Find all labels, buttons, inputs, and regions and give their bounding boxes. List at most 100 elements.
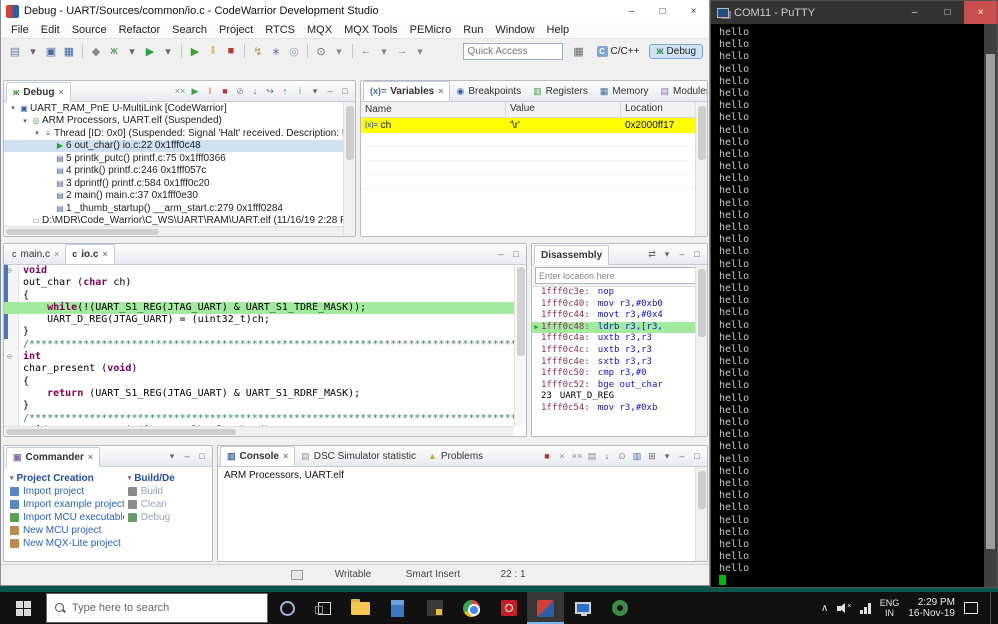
commander-item-debug[interactable]: Debug [128, 511, 210, 524]
cpp-perspective-button[interactable]: C C/C++ [591, 45, 646, 58]
tab-modules[interactable]: ▤Modules [655, 81, 708, 101]
code-line[interactable]: return (UART_S1_REG(JTAG_UART) & UART_S1… [4, 388, 526, 400]
language-indicator[interactable]: ENG IN [880, 598, 900, 618]
commander-item-import-project[interactable]: Import project [10, 485, 124, 498]
location-combo[interactable]: Enter location here ▾ [535, 267, 704, 284]
step-return-icon[interactable]: ↑ [278, 84, 292, 98]
tab-variables[interactable]: (x)=Variables× [363, 81, 450, 101]
task-view-button[interactable] [306, 592, 342, 624]
run-dropdown-icon[interactable]: ▾ [160, 43, 176, 60]
save-icon[interactable]: ▣ [43, 43, 59, 60]
variable-row[interactable]: (x)=ch'\r'0x2000ff17 [361, 118, 707, 133]
close-tab-icon[interactable]: × [54, 249, 59, 259]
minimize-view-icon[interactable]: – [323, 84, 337, 98]
taskbar-app-chrome[interactable] [453, 592, 490, 624]
commander-item-new-mcu-project[interactable]: New MCU project [10, 524, 124, 537]
code-line[interactable]: /***************************************… [4, 339, 526, 351]
step-over-icon[interactable]: ↪ [263, 84, 277, 98]
column-header-value[interactable]: Value [506, 102, 621, 117]
tab-problems[interactable]: ▲Problems [422, 446, 489, 466]
window-close-button[interactable]: × [678, 0, 709, 22]
instruction-stepping-icon[interactable]: i [293, 84, 307, 98]
view-menu-icon[interactable]: ▾ [660, 449, 674, 463]
taskbar-app-putty[interactable] [564, 592, 601, 624]
window-maximize-button[interactable]: □ [647, 0, 678, 22]
menu-rtcs[interactable]: RTCS [259, 24, 301, 36]
commander-section-title[interactable]: ▾Build/De [128, 471, 210, 485]
debug-tree-row[interactable]: ▤5 printk_putc() printf.c:75 0x1fff0366 [4, 152, 355, 165]
menu-project[interactable]: Project [213, 24, 259, 36]
code-line[interactable]: ⊖int [4, 351, 526, 363]
commander-item-import-example-project[interactable]: Import example project [10, 498, 124, 511]
maximize-view-icon[interactable]: □ [690, 247, 704, 261]
disassembly-row[interactable]: 1fff0c4e:sxtb r3,r3 [532, 357, 707, 369]
step-into-icon[interactable]: ↓ [248, 84, 262, 98]
putty-maximize-button[interactable]: □ [931, 1, 964, 24]
tray-overflow-icon[interactable]: ∧ [821, 603, 828, 614]
fold-marker-icon[interactable]: ⊖ [7, 351, 12, 363]
close-tab-icon[interactable]: × [88, 452, 93, 462]
tab-breakpoints[interactable]: ◉Breakpoints [450, 81, 527, 101]
wand-icon[interactable]: ∗ [268, 43, 284, 60]
tab-dsc-simulator-statistic[interactable]: ▤DSC Simulator statistic [295, 446, 422, 466]
putty-scrollbar[interactable] [984, 24, 997, 587]
view-menu-icon[interactable]: ▾ [660, 247, 674, 261]
code-line[interactable]: UART_D_REG(JTAG_UART) = (uint32_t)ch; [4, 314, 526, 326]
maximize-view-icon[interactable]: □ [195, 449, 209, 463]
new-dropdown-icon[interactable]: ▾ [25, 43, 41, 60]
code-line[interactable]: /***************************************… [4, 413, 526, 425]
console-vscrollbar[interactable] [695, 467, 707, 561]
code-line[interactable]: } [4, 326, 526, 338]
code-line[interactable]: while(!(UART_S1_REG(JTAG_UART) & UART_S1… [4, 302, 526, 314]
terminate-icon[interactable]: ■ [218, 84, 232, 98]
action-center-icon[interactable] [964, 602, 978, 614]
minimize-view-icon[interactable]: – [494, 247, 508, 261]
debug-tree-row[interactable]: ▤1 _thumb_startup() __arm_start.c:279 0x… [4, 202, 355, 215]
show-desktop-button[interactable] [990, 592, 994, 624]
tab-io-c[interactable]: cio.c× [65, 244, 115, 264]
taskbar-app-file-explorer[interactable] [342, 592, 379, 624]
tree-expander-icon[interactable]: ▾ [20, 117, 30, 125]
external-tools-icon[interactable]: ◎ [286, 43, 302, 60]
commander-item-build[interactable]: Build [128, 485, 210, 498]
debug-bug-icon[interactable]: ж [106, 43, 122, 60]
debug-vscrollbar[interactable] [343, 102, 355, 236]
link-with-editor-icon[interactable]: ⇄ [645, 247, 659, 261]
menu-mqx-tools[interactable]: MQX Tools [338, 24, 404, 36]
back-icon[interactable]: ← [358, 43, 374, 60]
forward-dropdown-icon[interactable]: ▾ [412, 43, 428, 60]
clock[interactable]: 2:29 PM 16-Nov-19 [908, 597, 955, 619]
variables-vscrollbar[interactable] [695, 102, 707, 236]
cortana-button[interactable] [268, 592, 306, 624]
disassembly-row[interactable]: 1fff0c54:mov r3,#0xb [532, 403, 707, 415]
disassembly-row[interactable]: 1fff0c44:movt r3,#0x4 [532, 310, 707, 322]
build-icon[interactable]: ◆ [88, 43, 104, 60]
search-icon[interactable]: ⊙ [313, 43, 329, 60]
editor-body[interactable]: ⊖voidout_char (char ch){ while(!(UART_S1… [4, 265, 526, 436]
tree-expander-icon[interactable]: ▾ [8, 104, 18, 112]
debug-hscrollbar[interactable] [4, 226, 343, 236]
code-line[interactable]: } [4, 400, 526, 412]
code-line[interactable]: ⊖void [4, 265, 526, 277]
disassembly-row[interactable]: 1fff0c50:cmp r3,#0 [532, 368, 707, 380]
suspend-icon[interactable]: ‖ [203, 84, 217, 98]
close-tab-icon[interactable]: × [102, 249, 107, 259]
debug-tree-row[interactable]: ▤3 dprintf() printf.c:584 0x1fff0c20 [4, 177, 355, 190]
flash-programmer-icon[interactable]: ↯ [250, 43, 266, 60]
resume-icon[interactable]: ▶ [188, 84, 202, 98]
menu-pemicro[interactable]: PEMicro [404, 24, 458, 36]
putty-minimize-button[interactable]: – [898, 1, 931, 24]
commander-item-clean[interactable]: Clean [128, 498, 210, 511]
tree-expander-icon[interactable]: ▾ [32, 129, 42, 137]
debug-tree-row[interactable]: ▤2 main() main.c:37 0x1fff0e30 [4, 190, 355, 203]
view-menu-icon[interactable]: ▾ [308, 84, 322, 98]
commander-item-new-mqx-lite-project[interactable]: New MQX-Lite project [10, 537, 124, 550]
disassembly-row[interactable]: 1fff0c40:mov r3,#0xb0 [532, 299, 707, 311]
code-line[interactable]: { [4, 290, 526, 302]
window-minimize-button[interactable]: – [616, 0, 647, 22]
remove-all-launches-icon[interactable]: ×× [570, 449, 584, 463]
tab-debug[interactable]: ж Debug × [6, 82, 71, 102]
tab-commander[interactable]: ▣ Commander × [6, 447, 100, 467]
clear-console-icon[interactable]: ▤ [585, 449, 599, 463]
disassembly-row[interactable]: 1fff0c4a:uxtb r3,r3 [532, 333, 707, 345]
